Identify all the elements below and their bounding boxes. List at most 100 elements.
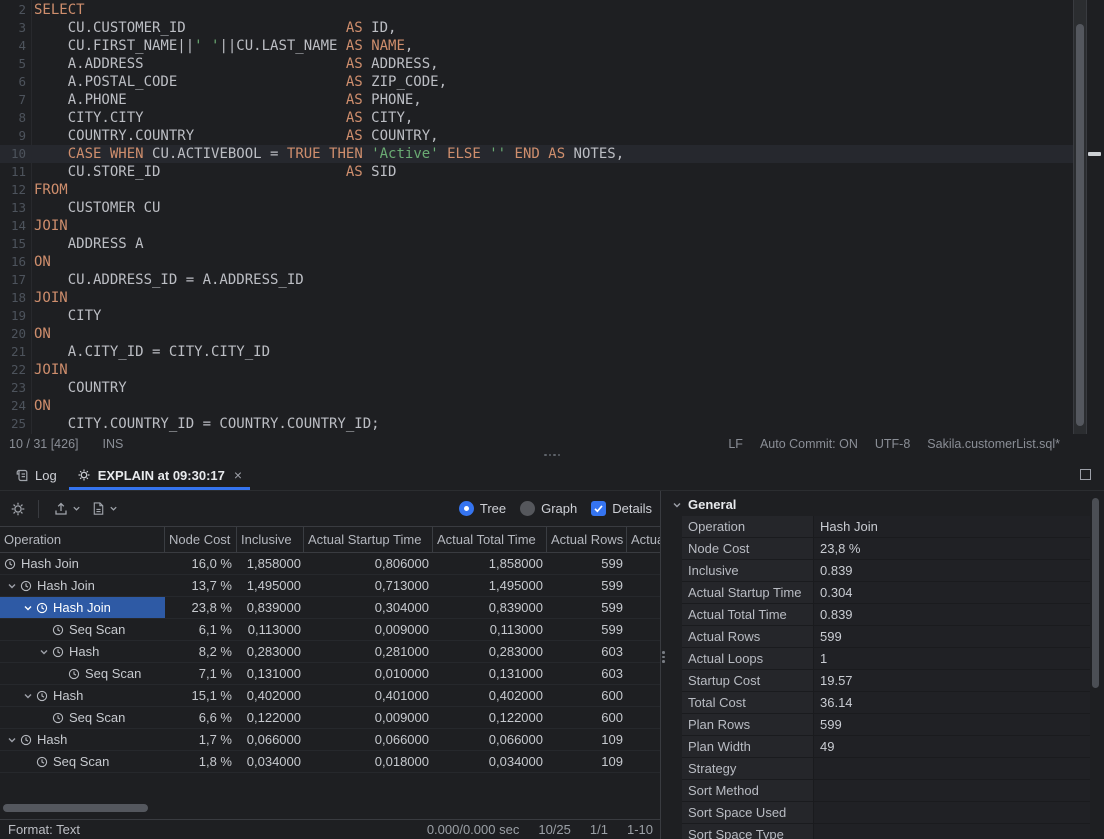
- sql-editor[interactable]: 2SELECT3 CU.CUSTOMER_ID AS ID,4 CU.FIRST…: [0, 0, 1073, 434]
- property-label: Sort Space Used: [682, 802, 814, 823]
- code-line[interactable]: 11 CU.STORE_ID AS SID: [0, 163, 1073, 181]
- code-line[interactable]: 15 ADDRESS A: [0, 235, 1073, 253]
- actual-total-time-cell: 0,034000: [433, 751, 547, 772]
- column-header-actual-total-time[interactable]: Actual Total Time: [433, 527, 547, 552]
- actual-total-time-cell: 0,113000: [433, 619, 547, 640]
- plan-row[interactable]: Hash1,7 %0,0660000,0660000,066000109: [0, 729, 660, 751]
- maximize-panel-icon[interactable]: [1080, 469, 1091, 480]
- plan-row[interactable]: Seq Scan1,8 %0,0340000,0180000,034000109: [0, 751, 660, 773]
- code-line[interactable]: 10 CASE WHEN CU.ACTIVEBOOL = TRUE THEN '…: [0, 145, 1073, 163]
- expand-chevron-icon[interactable]: [20, 691, 36, 701]
- property-row[interactable]: Total Cost36.14: [682, 692, 1090, 714]
- code-line[interactable]: 13 CUSTOMER CU: [0, 199, 1073, 217]
- code-text: JOIN: [34, 361, 68, 379]
- actual-rows-cell: 109: [547, 729, 627, 750]
- details-section-header[interactable]: General: [666, 491, 1104, 516]
- code-line[interactable]: 25 CITY.COUNTRY_ID = COUNTRY.COUNTRY_ID;: [0, 415, 1073, 433]
- code-line[interactable]: 2SELECT: [0, 1, 1073, 19]
- expand-chevron-icon[interactable]: [4, 581, 20, 591]
- code-line[interactable]: 4 CU.FIRST_NAME||' '||CU.LAST_NAME AS NA…: [0, 37, 1073, 55]
- property-row[interactable]: Actual Total Time0.839: [682, 604, 1090, 626]
- chevron-down-icon: [72, 504, 81, 513]
- property-row[interactable]: Plan Width49: [682, 736, 1090, 758]
- code-line[interactable]: 24ON: [0, 397, 1073, 415]
- code-line[interactable]: 22JOIN: [0, 361, 1073, 379]
- radio-tree[interactable]: Tree: [459, 501, 506, 516]
- property-value: 23,8 %: [814, 538, 1090, 559]
- plan-row[interactable]: Hash15,1 %0,4020000,4010000,402000600: [0, 685, 660, 707]
- code-line[interactable]: 19 CITY: [0, 307, 1073, 325]
- scrollbar-thumb[interactable]: [3, 804, 148, 812]
- actual-startup-time-cell: 0,010000: [304, 663, 433, 684]
- plan-row[interactable]: Hash Join13,7 %1,4950000,7130001,4950005…: [0, 575, 660, 597]
- code-line[interactable]: 17 CU.ADDRESS_ID = A.ADDRESS_ID: [0, 271, 1073, 289]
- property-row[interactable]: Plan Rows599: [682, 714, 1090, 736]
- column-header-operation[interactable]: Operation: [0, 527, 165, 552]
- panel-splitter-horizontal[interactable]: [0, 450, 1104, 460]
- close-tab-icon[interactable]: ×: [234, 467, 242, 483]
- property-row[interactable]: Sort Space Used: [682, 802, 1090, 824]
- plan-row[interactable]: Hash Join16,0 %1,8580000,8060001,8580005…: [0, 553, 660, 575]
- code-line[interactable]: 8 CITY.CITY AS CITY,: [0, 109, 1073, 127]
- operation-cell: Hash: [0, 641, 165, 662]
- property-row[interactable]: Node Cost23,8 %: [682, 538, 1090, 560]
- code-line[interactable]: 18JOIN: [0, 289, 1073, 307]
- property-row[interactable]: Sort Space Type: [682, 824, 1090, 839]
- plan-row[interactable]: Hash Join23,8 %0,8390000,3040000,8390005…: [0, 597, 660, 619]
- auto-commit-toggle[interactable]: Auto Commit: ON: [760, 437, 858, 451]
- code-line[interactable]: 12FROM: [0, 181, 1073, 199]
- property-row[interactable]: OperationHash Join: [682, 516, 1090, 538]
- tab-explain[interactable]: EXPLAIN at 09:30:17 ×: [67, 460, 252, 490]
- radio-graph[interactable]: Graph: [520, 501, 577, 516]
- horizontal-scrollbar[interactable]: [0, 801, 660, 815]
- code-line[interactable]: 20ON: [0, 325, 1073, 343]
- node-cost-cell: 13,7 %: [165, 575, 237, 596]
- tab-log[interactable]: Log: [4, 460, 67, 490]
- property-row[interactable]: Strategy: [682, 758, 1090, 780]
- column-header-actual-rows[interactable]: Actual Rows: [547, 527, 627, 552]
- property-value: 19.57: [814, 670, 1090, 691]
- code-line[interactable]: 7 A.PHONE AS PHONE,: [0, 91, 1073, 109]
- code-line[interactable]: 16ON: [0, 253, 1073, 271]
- column-header-node-cost[interactable]: Node Cost: [165, 527, 237, 552]
- plan-row[interactable]: Seq Scan6,1 %0,1130000,0090000,113000599: [0, 619, 660, 641]
- code-line[interactable]: 6 A.POSTAL_CODE AS ZIP_CODE,: [0, 73, 1073, 91]
- settings-gear-icon[interactable]: [10, 501, 26, 517]
- vertical-scrollbar[interactable]: [1092, 498, 1099, 688]
- code-line[interactable]: 3 CU.CUSTOMER_ID AS ID,: [0, 19, 1073, 37]
- caret-position[interactable]: 10 / 31 [426]: [9, 437, 79, 451]
- code-line[interactable]: 21 A.CITY_ID = CITY.CITY_ID: [0, 343, 1073, 361]
- expand-chevron-icon[interactable]: [4, 735, 20, 745]
- export-button[interactable]: [53, 501, 81, 517]
- code-line[interactable]: 23 COUNTRY: [0, 379, 1073, 397]
- code-line[interactable]: 9 COUNTRY.COUNTRY AS COUNTRY,: [0, 127, 1073, 145]
- property-label: Node Cost: [682, 538, 814, 559]
- property-row[interactable]: Inclusive0.839: [682, 560, 1090, 582]
- chevron-down-icon: [109, 504, 118, 513]
- code-text: A.ADDRESS AS ADDRESS,: [34, 55, 439, 73]
- plan-row[interactable]: Seq Scan7,1 %0,1310000,0100000,131000603: [0, 663, 660, 685]
- property-row[interactable]: Actual Rows599: [682, 626, 1090, 648]
- plan-row[interactable]: Hash8,2 %0,2830000,2810000,283000603: [0, 641, 660, 663]
- inclusive-cell: 0,034000: [237, 751, 304, 772]
- plan-row[interactable]: Seq Scan6,6 %0,1220000,0090000,122000600: [0, 707, 660, 729]
- operation-cell: Hash Join: [0, 597, 165, 618]
- actual-rows-cell: 599: [547, 619, 627, 640]
- operation-cell: Seq Scan: [0, 663, 165, 684]
- editor-vertical-scrollbar[interactable]: [1073, 0, 1087, 434]
- column-header-actual-loops[interactable]: Actual Loops: [627, 527, 660, 552]
- code-line[interactable]: 5 A.ADDRESS AS ADDRESS,: [0, 55, 1073, 73]
- column-header-actual-startup-time[interactable]: Actual Startup Time: [304, 527, 433, 552]
- expand-chevron-icon[interactable]: [36, 647, 52, 657]
- property-row[interactable]: Sort Method: [682, 780, 1090, 802]
- checkbox-details[interactable]: Details: [591, 501, 652, 516]
- property-row[interactable]: Actual Loops1: [682, 648, 1090, 670]
- code-line[interactable]: 14JOIN: [0, 217, 1073, 235]
- property-row[interactable]: Startup Cost19.57: [682, 670, 1090, 692]
- property-row[interactable]: Actual Startup Time0.304: [682, 582, 1090, 604]
- document-button[interactable]: [91, 501, 118, 516]
- insert-mode-indicator[interactable]: INS: [103, 437, 124, 451]
- scrollbar-thumb[interactable]: [1076, 24, 1084, 426]
- column-header-inclusive[interactable]: Inclusive: [237, 527, 304, 552]
- expand-chevron-icon[interactable]: [20, 603, 36, 613]
